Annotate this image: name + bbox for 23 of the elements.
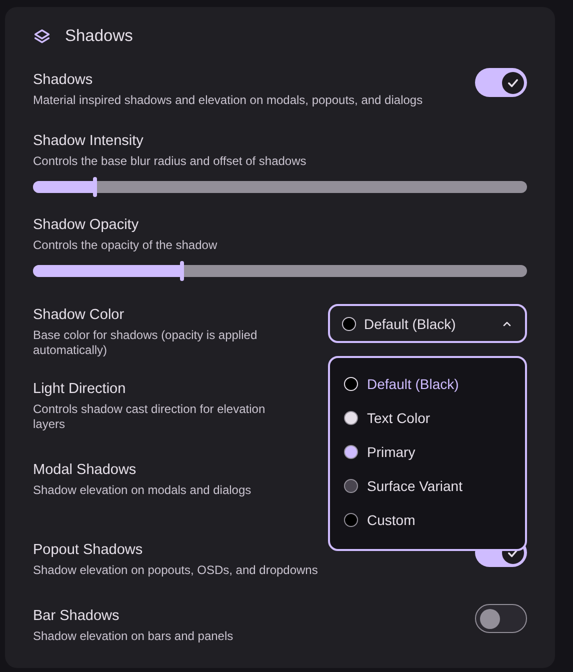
setting-description: Material inspired shadows and elevation on modals, popouts, and dialogs xyxy=(33,93,423,108)
setting-description: Controls the base blur radius and offset of shadows xyxy=(33,154,306,169)
setting-description: Shadow elevation on bars and panels xyxy=(33,629,234,644)
dropdown-option[interactable]: Primary xyxy=(344,435,525,469)
setting-description: Shadow elevation on popouts, OSDs, and dropdowns xyxy=(33,563,318,578)
setting-label: Shadow Opacity xyxy=(33,217,140,233)
color-dropdown[interactable]: Default (Black) xyxy=(328,304,527,343)
dropdown-option[interactable]: Custom xyxy=(344,503,525,537)
setting-label: Shadow Color xyxy=(33,307,126,323)
setting-label: Shadows xyxy=(33,72,94,88)
section-title: Shadows xyxy=(65,27,133,46)
dropdown-option[interactable]: Text Color xyxy=(344,401,525,435)
setting-label: Shadow Intensity xyxy=(33,133,144,149)
setting-label: Bar Shadows xyxy=(33,608,120,624)
setting-label: Popout Shadows xyxy=(33,542,144,558)
setting-label: Light Direction xyxy=(33,381,127,397)
setting-description: Controls the opacity of the shadow xyxy=(33,238,218,253)
setting-description: Base color for shadows (opacity is applied automatically) xyxy=(33,328,258,358)
setting-description: Controls shadow cast direction for elevation layers xyxy=(33,402,266,432)
dropdown-option[interactable]: Default (Black) xyxy=(344,367,525,401)
setting-description: Shadow elevation on modals and dialogs xyxy=(33,483,252,498)
setting-label: Modal Shadows xyxy=(33,462,138,478)
dropdown-option[interactable]: Surface Variant xyxy=(344,469,525,503)
